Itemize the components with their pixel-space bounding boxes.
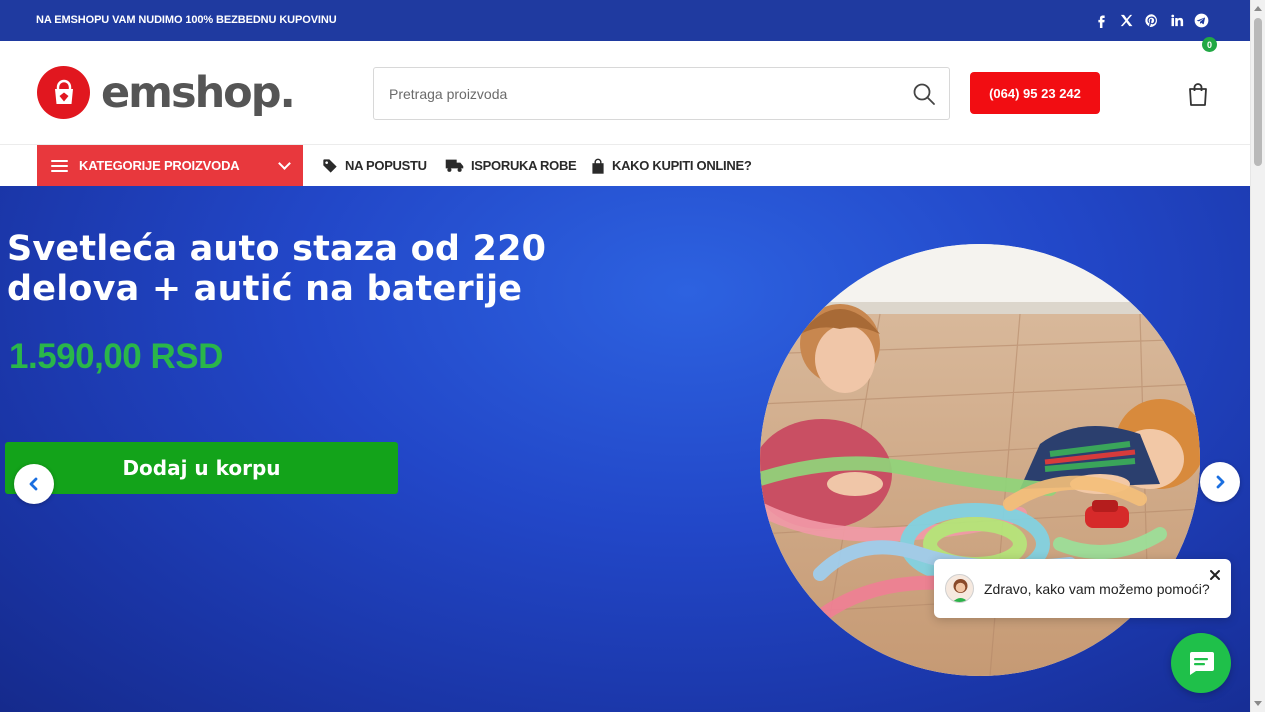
facebook-icon[interactable]	[1093, 12, 1109, 28]
chevron-down-icon	[278, 157, 291, 170]
product-price: 1.590,00 RSD	[9, 337, 223, 376]
telegram-icon[interactable]	[1193, 12, 1209, 28]
bag-icon	[592, 158, 604, 174]
chat-greeting-popup[interactable]: Zdravo, kako vam možemo pomoći?	[934, 559, 1231, 618]
truck-icon	[445, 159, 464, 172]
nav-link-delivery-label: ISPORUKA ROBE	[471, 158, 577, 173]
add-to-cart-button[interactable]: Dodaj u korpu	[5, 442, 398, 494]
nav-link-how-to-buy[interactable]: KAKO KUPITI ONLINE?	[591, 145, 752, 186]
page-scrollbar[interactable]	[1250, 0, 1265, 712]
cart-icon[interactable]	[1186, 81, 1212, 107]
nav-link-delivery[interactable]: ISPORUKA ROBE	[445, 145, 577, 186]
nav-link-discounts[interactable]: NA POPUSTU	[322, 145, 427, 186]
shopping-bag-logo-icon	[37, 66, 90, 119]
support-agent-avatar	[945, 574, 974, 603]
chevron-right-icon	[1216, 475, 1225, 489]
hero-slider: Svetleća auto staza od 220 delova + auti…	[0, 186, 1250, 712]
tag-icon	[323, 158, 337, 173]
site-header: emshop. (064) 95 23 242	[0, 41, 1250, 145]
chat-icon	[1190, 652, 1214, 675]
announcement-text: NA EMSHOPU VAM NUDIMO 100% BEZBEDNU KUPO…	[36, 14, 337, 26]
logo-text: emshop.	[101, 67, 296, 118]
phone-button[interactable]: (064) 95 23 242	[970, 72, 1100, 114]
main-navigation: KATEGORIJE PROIZVODA NA POPUSTU ISPORUKA…	[0, 145, 1250, 186]
chat-launcher-button[interactable]	[1171, 633, 1231, 693]
hamburger-icon	[51, 159, 68, 172]
nav-link-discounts-label: NA POPUSTU	[345, 158, 427, 173]
chat-greeting-text: Zdravo, kako vam možemo pomoći?	[984, 581, 1210, 597]
search-box	[373, 67, 950, 120]
site-logo[interactable]: emshop.	[37, 66, 296, 119]
nav-link-how-to-buy-label: KAKO KUPITI ONLINE?	[612, 158, 752, 173]
search-input[interactable]	[374, 68, 894, 119]
pinterest-icon[interactable]	[1143, 12, 1159, 28]
search-icon[interactable]	[911, 81, 937, 107]
x-icon[interactable]	[1118, 12, 1134, 28]
slider-prev-button[interactable]	[14, 464, 54, 504]
cart-count-badge: 0	[1202, 37, 1217, 52]
close-icon[interactable]	[1208, 568, 1222, 582]
scrollbar-thumb[interactable]	[1254, 18, 1262, 166]
categories-menu-button[interactable]: KATEGORIJE PROIZVODA	[37, 145, 303, 186]
product-title: Svetleća auto staza od 220 delova + auti…	[7, 229, 547, 309]
slider-next-button[interactable]	[1200, 462, 1240, 502]
top-announcement-bar: NA EMSHOPU VAM NUDIMO 100% BEZBEDNU KUPO…	[0, 0, 1250, 41]
social-links	[1093, 12, 1209, 28]
scroll-up-arrow-icon[interactable]	[1254, 6, 1262, 11]
chevron-left-icon	[29, 477, 38, 491]
scroll-down-arrow-icon[interactable]	[1254, 701, 1262, 706]
linkedin-icon[interactable]	[1168, 12, 1184, 28]
categories-menu-label: KATEGORIJE PROIZVODA	[79, 158, 240, 173]
